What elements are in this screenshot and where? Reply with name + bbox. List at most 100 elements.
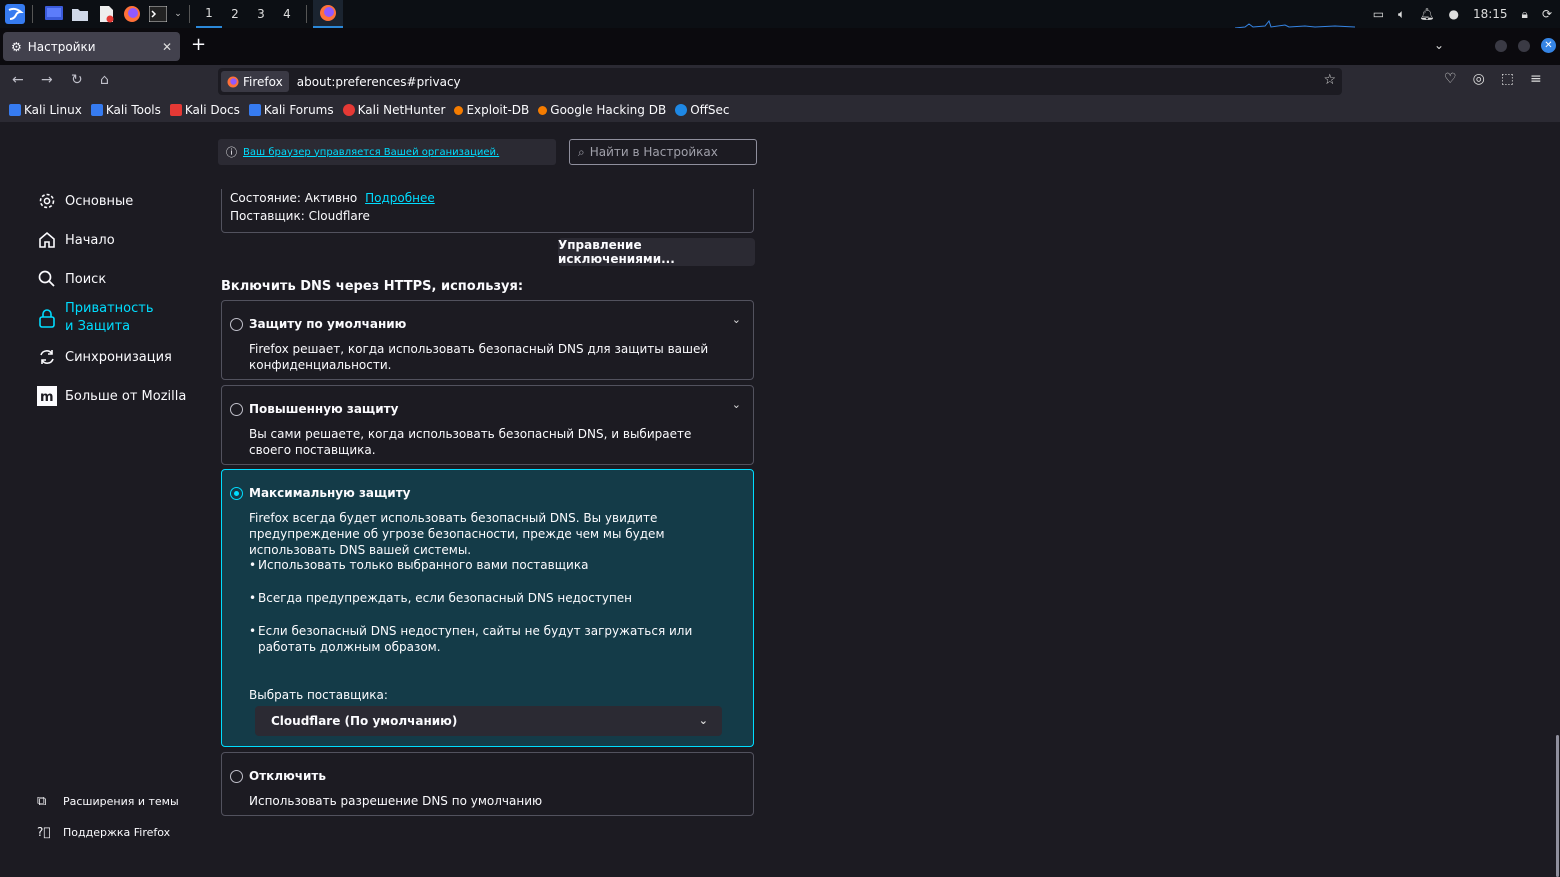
sidebar-item-privacy[interactable]: Приватность и Защита xyxy=(37,300,177,336)
kali-icon xyxy=(90,104,103,116)
display-icon[interactable]: ▭ xyxy=(1373,7,1384,21)
option-description: Вы сами решаете, когда использовать безо… xyxy=(249,427,692,457)
option-title: Отключить xyxy=(249,769,326,783)
bookmark-kali-docs[interactable]: Kali Docs xyxy=(169,103,240,117)
lock-icon xyxy=(39,309,55,328)
toolbar-right-icons: ♡ ◎ ⬚ ≡ xyxy=(1444,71,1542,87)
workspace-4[interactable]: 4 xyxy=(274,0,300,28)
help-icon: ?⃝ xyxy=(37,825,51,839)
firefox-launcher-icon[interactable] xyxy=(121,4,143,24)
tab-settings[interactable]: ⚙ Настройки ✕ xyxy=(3,32,180,61)
kali-icon xyxy=(248,104,261,116)
sync-icon xyxy=(40,350,54,364)
text-editor-icon[interactable] xyxy=(95,4,117,24)
list-item: • Всегда предупреждать, если безопасный D… xyxy=(249,591,633,605)
extensions-icon[interactable]: ⬚ xyxy=(1501,71,1514,87)
sidebar-item-home[interactable]: Начало xyxy=(37,230,197,250)
bullet-icon: • xyxy=(249,591,257,605)
back-arrow-icon[interactable]: ← xyxy=(12,72,24,88)
identity-box[interactable]: Firefox xyxy=(221,71,289,92)
dns-option-default[interactable]: Защиту по умолчанию Firefox решает, когд… xyxy=(221,300,754,380)
gear-icon: ⚙ xyxy=(11,39,22,54)
file-manager-icon[interactable] xyxy=(69,4,91,24)
dns-option-max[interactable]: Максимальную защиту Firefox всегда будет… xyxy=(221,469,754,747)
bookmark-exploit-db[interactable]: Exploit-DB xyxy=(454,103,529,117)
policy-link[interactable]: Ваш браузер управляется Вашей организаци… xyxy=(243,147,499,158)
volume-icon[interactable]: 🔈︎ xyxy=(1398,7,1405,22)
clock[interactable]: 18:15 xyxy=(1473,7,1508,21)
tab-title: Настройки xyxy=(27,39,96,54)
bullet-icon: • xyxy=(249,558,257,572)
sidebar-item-label: Начало xyxy=(65,232,115,248)
lock-screen-icon[interactable]: 🔒︎ xyxy=(1522,7,1528,22)
kali-docs-icon xyxy=(169,104,182,116)
expand-chevron-down-icon[interactable]: ⌄ xyxy=(732,313,741,326)
provider-select[interactable]: Cloudflare (По умолчанию) ⌄ xyxy=(255,706,722,736)
sidebar-item-label: Больше от Mozilla xyxy=(65,388,187,404)
learn-more-link[interactable]: Подробнее xyxy=(365,191,435,205)
radio-off[interactable] xyxy=(230,770,243,783)
workspace-3[interactable]: 3 xyxy=(248,0,274,28)
power-icon[interactable]: ⟳ xyxy=(1542,7,1552,21)
provider-select-value: Cloudflare (По умолчанию) xyxy=(271,714,458,728)
home-icon[interactable]: ⌂ xyxy=(100,72,109,88)
sidebar-item-general[interactable]: Основные xyxy=(37,191,197,211)
bookmark-kali-linux[interactable]: Kali Linux xyxy=(9,103,82,117)
close-tab-icon[interactable]: ✕ xyxy=(162,40,172,54)
taskbar-separator xyxy=(32,5,33,23)
puzzle-icon: ⧉ xyxy=(37,794,47,809)
dns-status-label: Состояние: Активно xyxy=(230,191,358,205)
dns-heading: Включить DNS через HTTPS, используя: xyxy=(221,279,524,294)
minimize-button[interactable] xyxy=(1495,40,1507,52)
bookmark-kali-nethunter[interactable]: Kali NetHunter xyxy=(342,103,445,117)
new-tab-button[interactable]: + xyxy=(191,34,206,55)
option-title: Повышенную защиту xyxy=(249,402,399,416)
settings-search-input[interactable]: ⌕ Найти в Настройках xyxy=(569,139,757,165)
dns-option-off[interactable]: Отключить Использовать разрешение DNS по… xyxy=(221,752,754,816)
bookmark-kali-forums[interactable]: Kali Forums xyxy=(248,103,334,117)
sidebar-footer-support[interactable]: ?⃝ Поддержка Firefox xyxy=(37,825,197,839)
terminal-icon[interactable] xyxy=(147,4,169,24)
search-icon xyxy=(38,270,55,287)
option-description: Использовать разрешение DNS по умолчанию xyxy=(249,794,543,808)
sidebar-item-sync[interactable]: Синхронизация xyxy=(37,347,197,367)
bookmark-star-icon[interactable]: ☆ xyxy=(1323,72,1336,88)
bookmarks-toolbar: Kali Linux Kali Tools Kali Docs Kali For… xyxy=(0,98,1560,122)
pocket-icon[interactable]: ♡ xyxy=(1444,71,1457,87)
desktop-icon[interactable] xyxy=(43,4,65,24)
sidebar-item-more-from-mozilla[interactable]: m Больше от Mozilla xyxy=(37,386,197,406)
home-icon xyxy=(39,231,55,248)
identity-label: Firefox xyxy=(243,74,283,89)
svg-text:m: m xyxy=(40,390,54,405)
scrollbar-thumb[interactable] xyxy=(1556,735,1559,877)
tab-list-chevron-down-icon[interactable]: ⌄ xyxy=(1434,38,1444,52)
sidebar-footer-label: Расширения и темы xyxy=(63,795,179,808)
url-bar[interactable]: Firefox about:preferences#privacy ☆ xyxy=(218,68,1342,95)
menu-icon[interactable]: ≡ xyxy=(1530,71,1542,87)
sidebar-item-search[interactable]: Поиск xyxy=(37,269,197,289)
close-window-button[interactable]: ✕ xyxy=(1541,38,1556,53)
kali-menu-icon[interactable] xyxy=(4,4,26,24)
reload-icon[interactable]: ↻ xyxy=(71,72,83,88)
sidebar-item-label: Основные xyxy=(65,193,134,209)
workspace-1[interactable]: 1 xyxy=(196,0,222,28)
bookmark-offsec[interactable]: OffSec xyxy=(675,103,730,117)
maximize-button[interactable] xyxy=(1518,40,1530,52)
expand-chevron-down-icon[interactable]: ⌄ xyxy=(732,398,741,411)
radio-default[interactable] xyxy=(230,318,243,331)
cpu-graph xyxy=(1235,19,1355,28)
manage-exceptions-button[interactable]: Управление исключениями... xyxy=(558,238,755,266)
notification-bell-icon[interactable]: 🔔︎ xyxy=(1419,7,1434,21)
forward-arrow-icon[interactable]: → xyxy=(41,72,53,88)
firefox-window-button[interactable] xyxy=(313,0,343,28)
bookmark-kali-tools[interactable]: Kali Tools xyxy=(90,103,161,117)
dns-option-increased[interactable]: Повышенную защиту Вы сами решаете, когда… xyxy=(221,385,754,465)
url-text[interactable]: about:preferences#privacy xyxy=(297,75,461,89)
radio-increased[interactable] xyxy=(230,403,243,416)
bookmark-google-hacking-db[interactable]: Google Hacking DB xyxy=(538,103,666,117)
account-icon[interactable]: ◎ xyxy=(1473,71,1485,87)
sidebar-footer-addons[interactable]: ⧉ Расширения и темы xyxy=(37,794,197,809)
workspace-2[interactable]: 2 xyxy=(222,0,248,28)
radio-max[interactable] xyxy=(230,487,243,500)
chevron-down-icon[interactable]: ⌄ xyxy=(173,4,183,24)
